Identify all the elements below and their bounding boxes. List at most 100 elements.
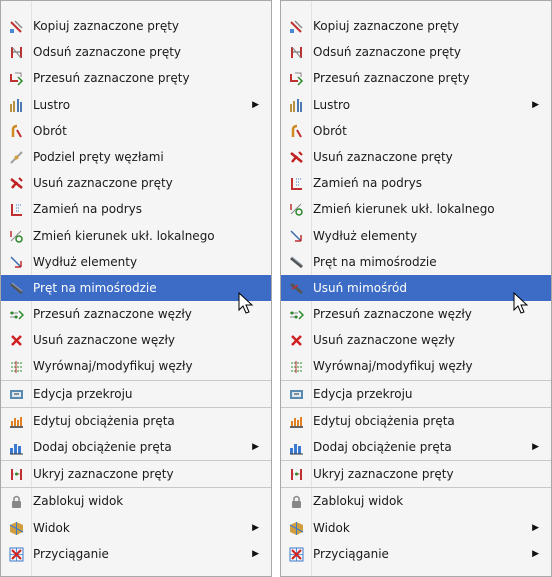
menu-item-snapping[interactable]: Przyciąganie ▶ [281,541,551,567]
menu-item-rotate[interactable]: Obrót [281,118,551,144]
menu-item-label: Przyciąganie [313,546,389,561]
menu-item-label: Edycja przekroju [33,386,133,401]
menu-item-convert-underlay[interactable]: Zamień na podrys [1,196,271,222]
menu-item-label: Przyciąganie [33,546,109,561]
menu-item-change-local-axis[interactable]: Zmień kierunek ukł. lokalnego [1,223,271,249]
menu-item-label: Edytuj obciążenia pręta [313,413,455,428]
mirror-icon [9,98,24,113]
context-menu-right: Kopiuj zaznaczone pręty Odsuń zaznaczone … [280,0,552,577]
menu-item-hide-bars[interactable]: Ukryj zaznaczone pręty [1,461,271,489]
convert-underlay-icon [289,176,304,191]
move-bars-icon [9,71,24,86]
menu-item-offset-bars[interactable]: Odsuń zaznaczone pręty [281,39,551,65]
eccentric-bar-icon [289,255,304,270]
menu-item-divide-bars[interactable]: Podziel pręty węzłami [1,144,271,170]
menu-item-edit-loads[interactable]: Edytuj obciążenia pręta [281,408,551,434]
section-edit-icon [289,387,304,402]
menu-item-label: Kopiuj zaznaczone pręty [33,19,180,33]
submenu-arrow-icon: ▶ [532,522,539,533]
menu-item-extend-elements[interactable]: Wydłuż elementy [281,223,551,249]
menu-item-align-nodes[interactable]: Wyrównaj/modyfikuj węzły [1,353,271,381]
menu-item-label: Zamień na podrys [33,202,143,217]
menu-item-label: Odsuń zaznaczone pręty [33,45,182,60]
menu-item-label: Zablokuj widok [313,494,404,509]
menu-item-add-load[interactable]: Dodaj obciążenie pręta ▶ [1,434,271,462]
copy-bars-icon [9,19,24,34]
move-nodes-icon [9,307,24,322]
menu-item-delete-nodes[interactable]: Usuń zaznaczone węzły [1,327,271,353]
menu-item-copy-bars[interactable]: Kopiuj zaznaczone pręty [281,13,551,39]
edit-loads-icon [289,414,304,429]
extend-elements-icon [289,229,304,244]
menu-item-label: Dodaj obciążenie pręta [33,440,172,454]
menu-item-move-nodes[interactable]: Przesuń zaznaczone węzły [1,301,271,327]
menu-item-align-nodes[interactable]: Wyrównaj/modyfikuj węzły [281,353,551,381]
delete-nodes-icon [289,333,304,348]
menu-item-label: Zmień kierunek ukł. lokalnego [313,202,495,217]
menu-item-delete-bars[interactable]: Usuń zaznaczone pręty [281,144,551,170]
snapping-icon [9,547,24,562]
hide-bars-icon [9,467,24,482]
menu-item-add-load[interactable]: Dodaj obciążenie pręta ▶ [281,434,551,462]
add-load-icon [9,440,24,455]
menu-item-move-bars[interactable]: Przesuń zaznaczone pręty [1,65,271,91]
view-icon [289,521,304,536]
align-nodes-icon [289,359,304,374]
menu-item-change-local-axis[interactable]: Zmień kierunek ukł. lokalnego [281,196,551,222]
menu-item-eccentric-bar[interactable]: Pręt na mimośrodzie [281,249,551,275]
menu-item-convert-underlay[interactable]: Zamień na podrys [281,170,551,196]
menu-item-label: Przesuń zaznaczone węzły [33,307,192,322]
remove-eccentricity-icon [289,281,304,296]
menu-item-label: Usuń zaznaczone pręty [33,176,173,191]
section-edit-icon [9,387,24,402]
menu-item-label: Lustro [33,97,71,112]
rotate-icon [9,124,24,139]
menu-item-view[interactable]: Widok ▶ [1,515,271,541]
move-nodes-icon [289,307,304,322]
menu-item-hide-bars[interactable]: Ukryj zaznaczone pręty [281,461,551,489]
menu-item-delete-nodes[interactable]: Usuń zaznaczone węzły [281,327,551,353]
menu-item-label: Edytuj obciążenia pręta [33,413,175,428]
menu-item-label: Obrót [33,123,67,138]
menu-item-edit-loads[interactable]: Edytuj obciążenia pręta [1,408,271,434]
menu-item-copy-bars[interactable]: Kopiuj zaznaczone pręty [1,13,271,39]
menu-item-section-edit[interactable]: Edycja przekroju [281,381,551,408]
menu-item-offset-bars[interactable]: Odsuń zaznaczone pręty [1,39,271,65]
menu-item-section-edit[interactable]: Edycja przekroju [1,381,271,408]
menu-item-eccentric-bar[interactable]: Pręt na mimośrodzie [1,274,271,302]
submenu-arrow-icon: ▶ [252,522,259,533]
menu-item-lock-view[interactable]: Zablokuj widok [1,488,271,514]
menu-item-rotate[interactable]: Obrót [1,118,271,144]
menu-item-label: Wydłuż elementy [33,254,138,269]
menu-item-label: Pręt na mimośrodzie [33,280,157,295]
view-icon [9,521,24,536]
mirror-icon [289,98,304,113]
menu-item-label: Edycja przekroju [313,386,413,401]
delete-bars-icon [289,150,304,165]
menu-item-label: Wyrównaj/modyfikuj węzły [313,359,473,374]
menu-item-remove-eccentricity[interactable]: Usuń mimośród [281,274,551,302]
menu-item-mirror[interactable]: Lustro ▶ [1,92,271,118]
menu-item-label: Dodaj obciążenie pręta [313,440,452,454]
edit-loads-icon [9,414,24,429]
menu-item-extend-elements[interactable]: Wydłuż elementy [1,249,271,275]
menu-item-view[interactable]: Widok ▶ [281,515,551,541]
menu-item-move-nodes[interactable]: Przesuń zaznaczone węzły [281,301,551,327]
menu-item-label: Usuń zaznaczone węzły [313,333,456,348]
menu-item-label: Przesuń zaznaczone węzły [313,307,472,322]
menu-item-move-bars[interactable]: Przesuń zaznaczone pręty [281,65,551,91]
menu-item-label: Zmień kierunek ukł. lokalnego [33,228,215,243]
menu-item-delete-bars[interactable]: Usuń zaznaczone pręty [1,170,271,196]
submenu-arrow-icon: ▶ [252,442,259,452]
menu-item-label: Lustro [313,97,351,112]
menu-item-label: Zablokuj widok [33,494,124,509]
menu-item-mirror[interactable]: Lustro ▶ [281,92,551,118]
submenu-arrow-icon: ▶ [532,548,539,559]
menu-item-lock-view[interactable]: Zablokuj widok [281,488,551,514]
add-load-icon [289,440,304,455]
lock-view-icon [9,494,24,509]
menu-item-label: Wyrównaj/modyfikuj węzły [33,359,193,374]
offset-bars-icon [9,45,24,60]
menu-item-snapping[interactable]: Przyciąganie ▶ [1,541,271,567]
menu-item-label: Pręt na mimośrodzie [313,254,437,269]
